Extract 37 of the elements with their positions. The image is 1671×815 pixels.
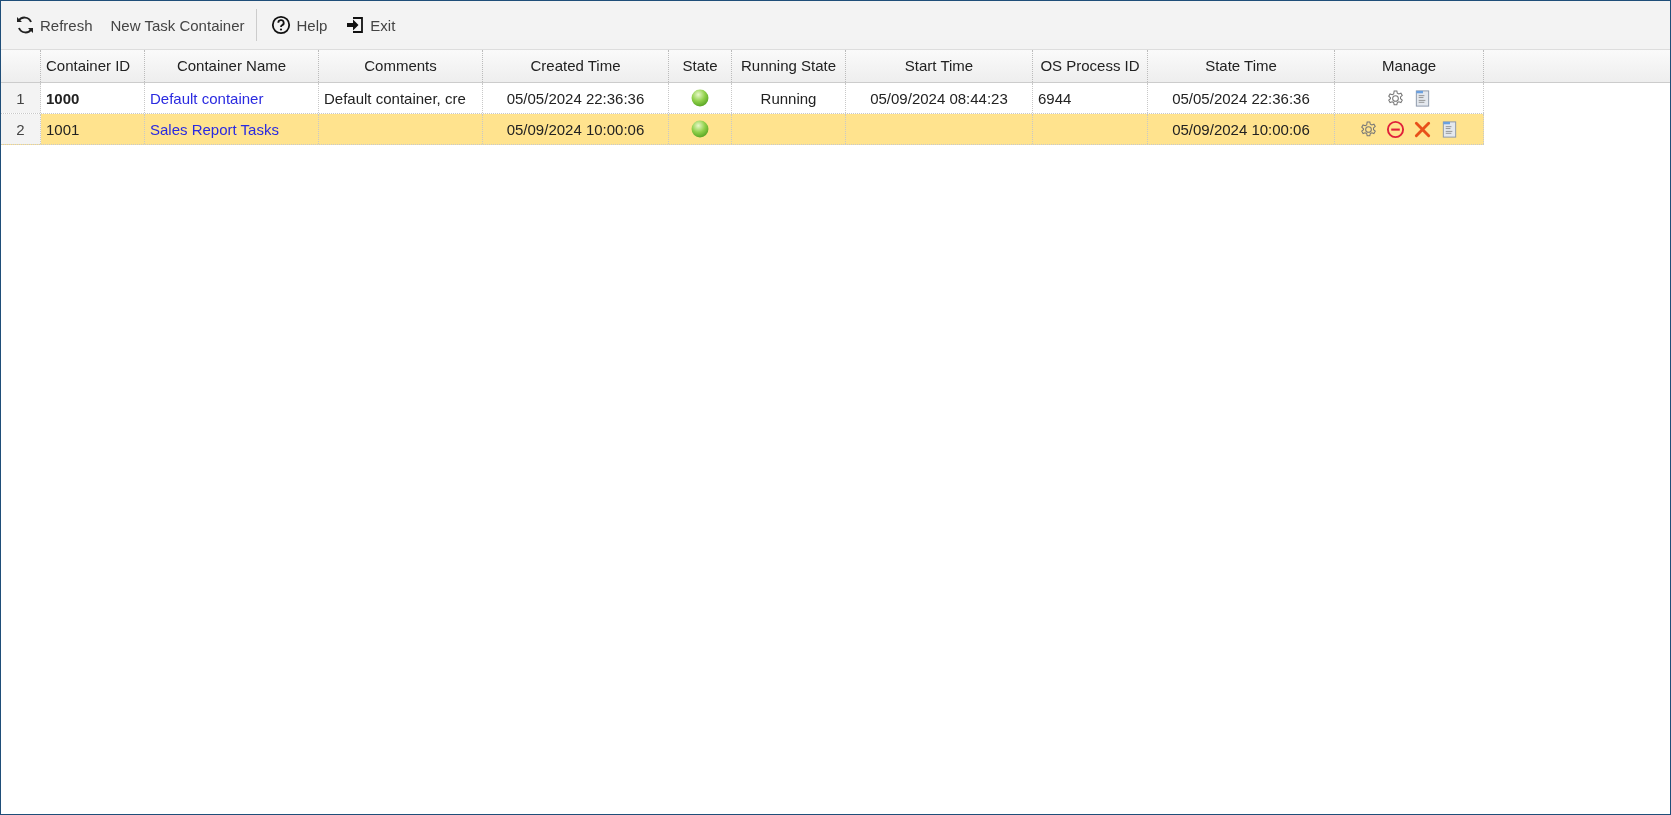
settings-icon[interactable] bbox=[1386, 88, 1405, 108]
table-cell: 6944 bbox=[1038, 89, 1072, 107]
table-cell: Running bbox=[760, 89, 817, 107]
container-name-link[interactable]: Default container bbox=[150, 89, 264, 107]
table-cell: 05/09/2024 10:00:06 bbox=[1172, 120, 1310, 138]
column-header[interactable]: OS Process ID bbox=[1033, 50, 1148, 82]
column-header[interactable]: State Time bbox=[1148, 50, 1335, 82]
column-header[interactable]: Container ID bbox=[41, 50, 145, 82]
toolbar-button[interactable]: Help bbox=[265, 11, 334, 39]
document-icon[interactable] bbox=[1413, 88, 1432, 108]
refresh-icon bbox=[15, 15, 35, 35]
row-number: 2 bbox=[1, 114, 41, 144]
column-header[interactable]: Manage bbox=[1335, 50, 1484, 82]
container-name-link[interactable]: Sales Report Tasks bbox=[150, 120, 279, 138]
toolbar-button[interactable]: Refresh bbox=[9, 11, 99, 39]
table-cell: 1000 bbox=[46, 89, 80, 107]
table-cell: 05/05/2024 22:36:36 bbox=[506, 89, 645, 107]
table-cell: Default container, cre bbox=[324, 89, 466, 107]
settings-icon[interactable] bbox=[1359, 119, 1378, 139]
row-number: 1 bbox=[1, 83, 41, 113]
column-header[interactable]: Comments bbox=[319, 50, 483, 82]
table-cell: 1001 bbox=[46, 120, 80, 138]
toolbar-button[interactable]: New Task Container bbox=[104, 12, 251, 38]
column-header[interactable]: Container Name bbox=[145, 50, 319, 82]
column-header[interactable]: State bbox=[669, 50, 732, 82]
table-cell: 05/05/2024 22:36:36 bbox=[1172, 89, 1310, 107]
table-cell: 05/09/2024 08:44:23 bbox=[870, 89, 1008, 107]
table-cell: 05/09/2024 10:00:06 bbox=[506, 120, 645, 138]
help-icon bbox=[271, 15, 292, 35]
delete-icon[interactable] bbox=[1413, 119, 1432, 139]
column-header[interactable]: Start Time bbox=[846, 50, 1033, 82]
exit-icon bbox=[345, 15, 366, 35]
stop-icon[interactable] bbox=[1386, 119, 1405, 139]
column-header[interactable]: Created Time bbox=[483, 50, 669, 82]
column-header[interactable]: Running State bbox=[732, 50, 846, 82]
toolbar-button[interactable]: Exit bbox=[339, 11, 402, 39]
document-icon[interactable] bbox=[1440, 119, 1459, 139]
